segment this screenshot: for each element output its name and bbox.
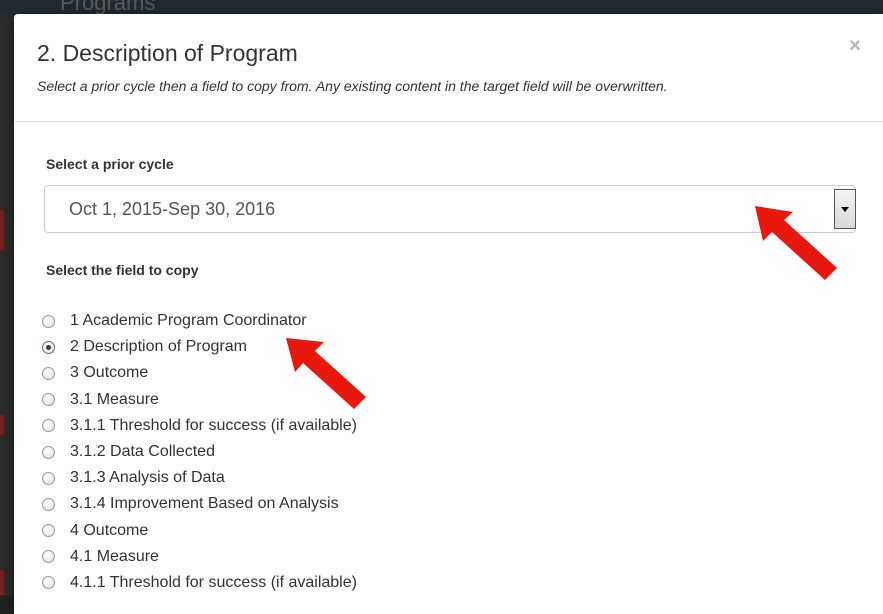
prior-cycle-label: Select a prior cycle [46,156,174,172]
field-option-radio[interactable] [42,576,55,590]
prior-cycle-selected-value: Oct 1, 2015-Sep 30, 2016 [69,199,276,219]
close-icon[interactable]: × [845,36,865,56]
backdrop-left-mark [0,415,4,435]
field-option-radio[interactable] [42,366,55,380]
field-option[interactable]: 4 Outcome [42,518,357,544]
field-option[interactable]: 3.1.3 Analysis of Data [42,465,357,491]
field-option-label: 3.1.1 Threshold for success (if availabl… [70,416,357,434]
field-option-label: 4.1 Measure [70,547,159,565]
copy-field-dialog: 2. Description of Program Select a prior… [14,14,883,614]
field-to-copy-label: Select the field to copy [46,262,199,278]
field-option-radio[interactable] [42,471,55,485]
field-option-radio[interactable] [42,314,55,328]
backdrop-left-mark [0,570,4,595]
field-option[interactable]: 3.1 Measure [42,387,357,413]
field-option[interactable]: 3.1.1 Threshold for success (if availabl… [42,413,357,439]
field-option-radio[interactable] [42,550,55,564]
field-radio-list: 1 Academic Program Coordinator 2 Descript… [42,308,357,596]
field-option[interactable]: 4.1.1 Threshold for success (if availabl… [42,570,357,596]
field-option[interactable]: 4.1 Measure [42,544,357,570]
field-option-label: 1 Academic Program Coordinator [70,312,307,330]
field-option-radio[interactable] [42,497,55,511]
field-option[interactable]: 3.1.4 Improvement Based on Analysis [42,491,357,517]
field-option[interactable]: 3 Outcome [42,360,357,386]
field-option-radio[interactable] [42,340,55,354]
field-option-label: 4 Outcome [70,521,149,539]
backdrop-left-mark [0,210,4,250]
field-option-label: 3.1.2 Data Collected [70,443,215,461]
field-option-radio[interactable] [42,445,55,459]
field-option[interactable]: 2 Description of Program [42,334,357,360]
field-option-label: 3.1.3 Analysis of Data [70,469,225,487]
field-option[interactable]: 1 Academic Program Coordinator [42,308,357,334]
dialog-title: 2. Description of Program [37,40,298,66]
field-option-label: 2 Description of Program [70,338,247,356]
field-option-radio[interactable] [42,524,55,538]
field-option-label: 3 Outcome [70,364,149,382]
dialog-header: 2. Description of Program Select a prior… [14,14,883,122]
prior-cycle-select[interactable]: Oct 1, 2015-Sep 30, 2016 [44,185,856,233]
field-option-label: 3.1 Measure [70,390,159,408]
field-option-radio[interactable] [42,393,55,407]
field-option[interactable]: 3.1.2 Data Collected [42,439,357,465]
field-option-radio[interactable] [42,419,55,433]
chevron-down-icon[interactable] [834,189,856,229]
field-option-label: 4.1.1 Threshold for success (if availabl… [70,573,357,591]
field-option-label: 3.1.4 Improvement Based on Analysis [70,495,339,513]
dialog-subtitle: Select a prior cycle then a field to cop… [37,78,668,94]
